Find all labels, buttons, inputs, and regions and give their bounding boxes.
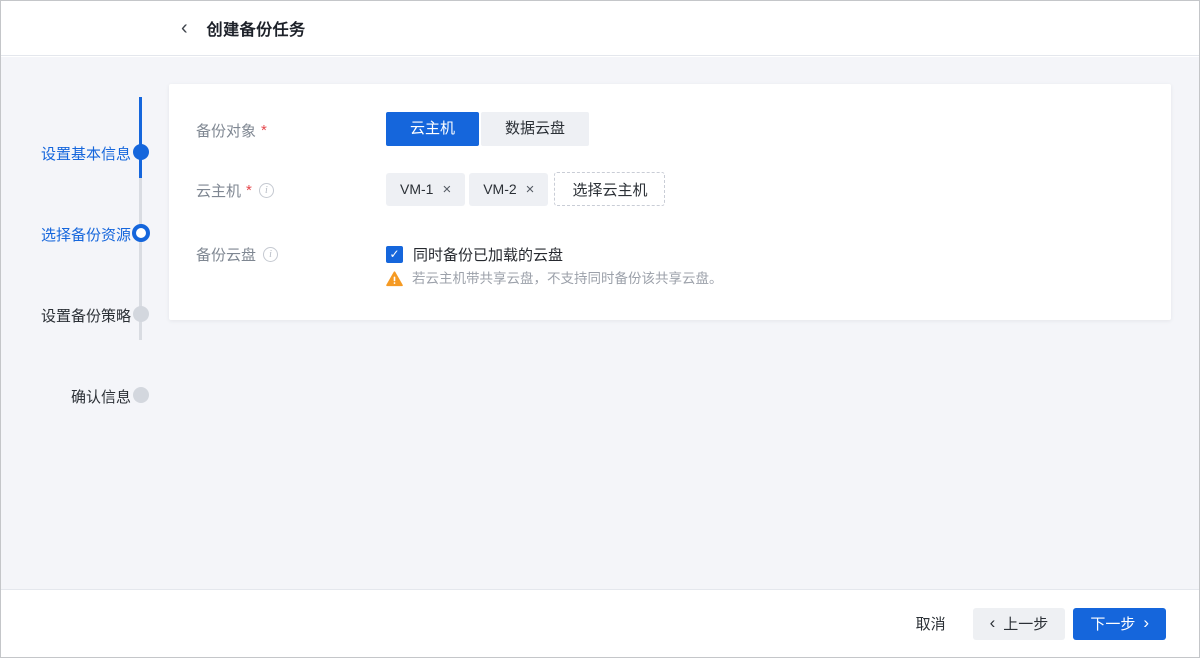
info-icon[interactable]: i bbox=[263, 247, 278, 262]
backup-loaded-disk-checkbox[interactable]: ✓ bbox=[386, 246, 403, 263]
toggle-option-data-disk[interactable]: 数据云盘 bbox=[481, 112, 589, 146]
vm-field-label: 云主机 * i bbox=[196, 180, 371, 201]
next-step-label: 下一步 bbox=[1090, 613, 1135, 634]
prev-step-button[interactable]: ‹ 上一步 bbox=[973, 608, 1066, 640]
shared-disk-warning: 若云主机带共享云盘，不支持同时备份该共享云盘。 bbox=[386, 270, 723, 288]
chevron-left-icon: ‹ bbox=[990, 614, 996, 631]
step-dot-current bbox=[132, 224, 150, 242]
toggle-option-vm[interactable]: 云主机 bbox=[386, 112, 479, 146]
step-label: 确认信息 bbox=[1, 386, 131, 407]
back-icon[interactable]: ‹ bbox=[177, 16, 192, 40]
label-text: 备份对象 bbox=[196, 120, 256, 141]
backup-disk-check-row: ✓ 同时备份已加载的云盘 bbox=[386, 244, 563, 265]
cancel-button[interactable]: 取消 bbox=[916, 613, 946, 634]
required-mark: * bbox=[261, 122, 267, 139]
remove-tag-icon[interactable]: × bbox=[442, 182, 451, 197]
info-icon[interactable]: i bbox=[259, 183, 274, 198]
page-body: 设置基本信息 选择备份资源 设置备份策略 确认信息 备份对象 * 云主机 数据云… bbox=[1, 57, 1199, 589]
checkbox-label[interactable]: 同时备份已加载的云盘 bbox=[413, 244, 563, 265]
vm-tag-label: VM-2 bbox=[483, 181, 516, 197]
step-label: 选择备份资源 bbox=[1, 224, 131, 245]
stepper-connector-done bbox=[139, 97, 142, 178]
warning-text: 若云主机带共享云盘，不支持同时备份该共享云盘。 bbox=[412, 270, 723, 288]
label-text: 云主机 bbox=[196, 180, 241, 201]
page-title: 创建备份任务 bbox=[207, 16, 306, 40]
vm-tag-label: VM-1 bbox=[400, 181, 433, 197]
label-text: 备份云盘 bbox=[196, 244, 256, 265]
page-header: ‹ 创建备份任务 bbox=[1, 1, 1199, 56]
form-card: 备份对象 * 云主机 数据云盘 云主机 * i VM-1 × VM-2 bbox=[169, 84, 1171, 320]
step-label: 设置备份策略 bbox=[1, 305, 131, 326]
vm-tag: VM-2 × bbox=[469, 173, 548, 206]
chevron-right-icon: › bbox=[1143, 614, 1149, 631]
select-vm-button[interactable]: 选择云主机 bbox=[554, 172, 665, 206]
step-dot-pending bbox=[133, 387, 149, 403]
step-dot-pending bbox=[133, 306, 149, 322]
page-footer: 取消 ‹ 上一步 下一步 › bbox=[1, 589, 1199, 657]
backup-disk-label: 备份云盘 i bbox=[196, 244, 371, 265]
step-dot-done bbox=[133, 144, 149, 160]
vm-tag: VM-1 × bbox=[386, 173, 465, 206]
next-step-button[interactable]: 下一步 › bbox=[1073, 608, 1166, 640]
backup-object-label: 备份对象 * bbox=[196, 120, 371, 141]
step-label: 设置基本信息 bbox=[1, 143, 131, 164]
required-mark: * bbox=[246, 182, 252, 199]
remove-tag-icon[interactable]: × bbox=[526, 182, 535, 197]
create-backup-task-page: ‹ 创建备份任务 设置基本信息 选择备份资源 设置备份策略 确认信息 备份对象 bbox=[0, 0, 1200, 658]
prev-step-label: 上一步 bbox=[1003, 613, 1048, 634]
vm-tags-row: VM-1 × VM-2 × 选择云主机 bbox=[386, 172, 665, 206]
warning-icon bbox=[386, 271, 403, 287]
backup-object-toggle: 云主机 数据云盘 bbox=[386, 112, 589, 146]
